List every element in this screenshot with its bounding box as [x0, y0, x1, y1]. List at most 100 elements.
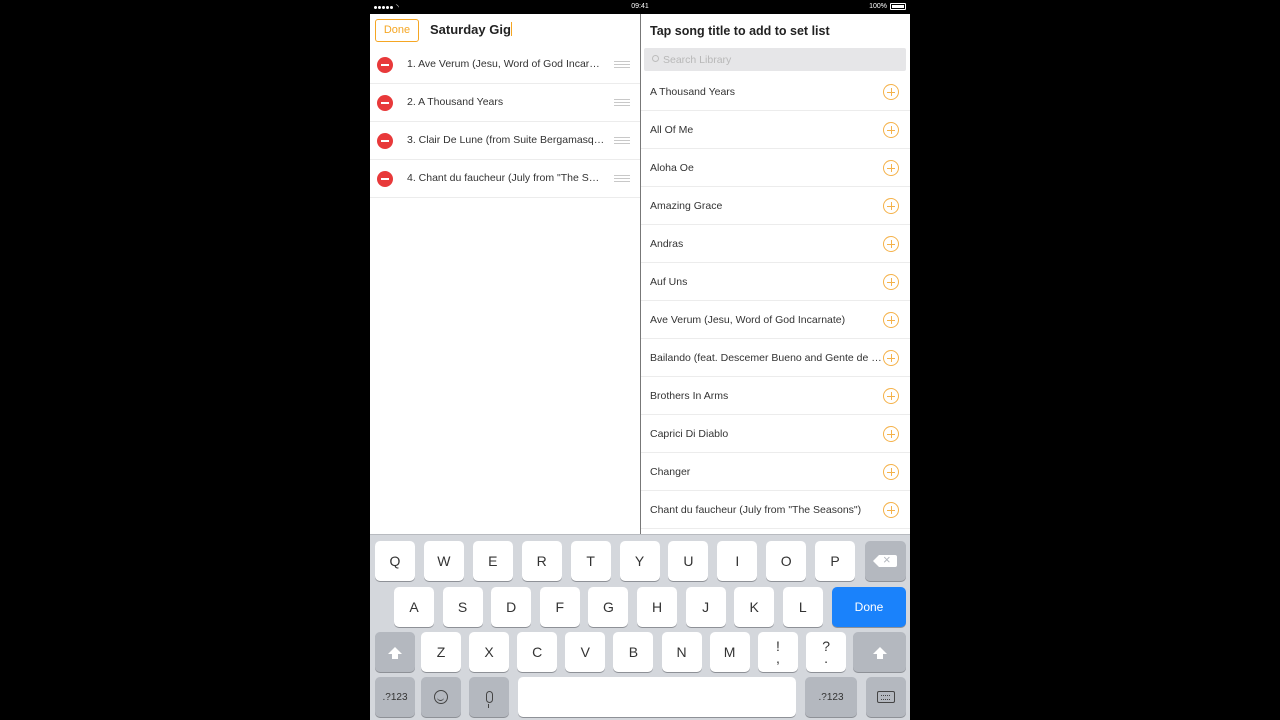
shift-key[interactable]	[375, 632, 415, 672]
key[interactable]: D	[491, 587, 532, 627]
setlist: 1. Ave Verum (Jesu, Word of God Incarnat…	[370, 46, 640, 198]
library-item[interactable]: Andras	[641, 225, 910, 263]
reorder-grip-icon[interactable]	[614, 99, 630, 106]
library-item-label: Brothers In Arms	[650, 390, 729, 402]
shift-key-right[interactable]	[853, 632, 906, 672]
key[interactable]: P	[815, 541, 856, 581]
library-title: Tap song title to add to set list	[650, 24, 830, 38]
setlist-item[interactable]: 2. A Thousand Years	[370, 84, 640, 122]
key[interactable]: L	[782, 587, 823, 627]
hide-keyboard-key[interactable]	[866, 677, 906, 717]
key[interactable]: F	[539, 587, 580, 627]
key[interactable]: X	[469, 632, 510, 672]
done-key[interactable]: Done	[832, 587, 906, 627]
library-item[interactable]: Caprici Di Diablo	[641, 415, 910, 453]
key[interactable]: J	[685, 587, 726, 627]
numbers-key[interactable]: .?123	[375, 677, 415, 717]
library-item[interactable]: Chant du faucheur (July from "The Season…	[641, 491, 910, 529]
keyboard: QWERTYUIOP ASDFGHJKLDone ZXCVBNM!,?. .?123.…	[370, 534, 910, 720]
key[interactable]: G	[588, 587, 629, 627]
add-circle-icon[interactable]	[883, 426, 899, 442]
add-circle-icon[interactable]	[883, 312, 899, 328]
setlist-item[interactable]: 1. Ave Verum (Jesu, Word of God Incarnat…	[370, 46, 640, 84]
add-circle-icon[interactable]	[883, 464, 899, 480]
key[interactable]: C	[517, 632, 558, 672]
library-item[interactable]: Ave Verum (Jesu, Word of God Incarnate)	[641, 301, 910, 339]
library-item-label: All Of Me	[650, 124, 694, 136]
library-item[interactable]: Amazing Grace	[641, 187, 910, 225]
remove-circle-icon[interactable]	[377, 133, 393, 149]
library-item[interactable]: Brothers In Arms	[641, 377, 910, 415]
remove-circle-icon[interactable]	[377, 57, 393, 73]
add-circle-icon[interactable]	[883, 122, 899, 138]
key[interactable]: E	[472, 541, 513, 581]
library-item-label: Chant du faucheur (July from "The Season…	[650, 504, 862, 516]
hide-keyboard-icon	[877, 691, 895, 703]
key[interactable]: O	[766, 541, 807, 581]
add-circle-icon[interactable]	[883, 198, 899, 214]
key[interactable]: S	[442, 587, 483, 627]
key[interactable]: R	[521, 541, 562, 581]
key[interactable]: W	[423, 541, 464, 581]
key[interactable]: Q	[375, 541, 415, 581]
library-item-label: Changer	[650, 466, 691, 478]
search-bar[interactable]	[644, 48, 906, 71]
search-input[interactable]	[663, 52, 893, 67]
punctuation-key[interactable]: ?.	[806, 632, 847, 672]
search-icon	[652, 55, 659, 62]
add-circle-icon[interactable]	[883, 388, 899, 404]
emoji-icon	[434, 690, 448, 704]
key[interactable]: A	[394, 587, 434, 627]
shift-icon	[388, 646, 402, 659]
add-circle-icon[interactable]	[883, 236, 899, 252]
add-circle-icon[interactable]	[883, 274, 899, 290]
add-circle-icon[interactable]	[883, 84, 899, 100]
punctuation-key[interactable]: !,	[758, 632, 798, 672]
key[interactable]: V	[565, 632, 606, 672]
key[interactable]: B	[613, 632, 654, 672]
add-circle-icon[interactable]	[883, 502, 899, 518]
remove-circle-icon[interactable]	[377, 95, 393, 111]
setlist-item-label: 2. A Thousand Years	[407, 96, 504, 108]
numbers-key-right[interactable]: .?123	[805, 677, 857, 717]
dictation-key[interactable]	[469, 677, 509, 717]
key[interactable]: K	[734, 587, 775, 627]
key[interactable]: M	[709, 632, 750, 672]
emoji-key[interactable]	[421, 677, 461, 717]
key[interactable]: N	[661, 632, 702, 672]
add-circle-icon[interactable]	[883, 350, 899, 366]
key[interactable]: I	[717, 541, 758, 581]
key[interactable]: T	[570, 541, 611, 581]
library-item[interactable]: Aloha Oe	[641, 149, 910, 187]
remove-circle-icon[interactable]	[377, 171, 393, 187]
library-pane: Tap song title to add to set list A Thou…	[641, 14, 910, 534]
setlist-title-text: Saturday Gig	[430, 22, 511, 37]
status-bar: ◝ 09:41 100%	[370, 0, 910, 14]
library-item[interactable]: Changer	[641, 453, 910, 491]
key[interactable]: U	[668, 541, 709, 581]
key[interactable]: H	[637, 587, 677, 627]
done-button[interactable]: Done	[375, 19, 419, 42]
space-key[interactable]	[518, 677, 796, 717]
reorder-grip-icon[interactable]	[614, 61, 630, 68]
delete-key[interactable]	[865, 541, 906, 581]
reorder-grip-icon[interactable]	[614, 175, 630, 182]
setlist-header: Done Saturday Gig	[370, 14, 640, 46]
setlist-item[interactable]: 4. Chant du faucheur (July from "The Sea…	[370, 160, 640, 198]
library-item[interactable]: All Of Me	[641, 111, 910, 149]
key[interactable]: Y	[619, 541, 660, 581]
text-cursor	[510, 22, 513, 36]
punct-bottom: .	[824, 650, 829, 666]
library-item[interactable]: A Thousand Years	[641, 73, 910, 111]
library-item-label: A Thousand Years	[650, 86, 736, 98]
setlist-item[interactable]: 3. Clair De Lune (from Suite Bergamasque…	[370, 122, 640, 160]
key[interactable]: Z	[421, 632, 461, 672]
microphone-icon	[485, 691, 493, 708]
reorder-grip-icon[interactable]	[614, 137, 630, 144]
library-item[interactable]: Auf Uns	[641, 263, 910, 301]
setlist-item-label: 4. Chant du faucheur (July from "The Sea…	[407, 172, 605, 184]
add-circle-icon[interactable]	[883, 160, 899, 176]
setlist-pane: Done Saturday Gig 1. Ave Verum (Jesu, Wo…	[370, 14, 640, 534]
library-item[interactable]: Bailando (feat. Descemer Bueno and Gente…	[641, 339, 910, 377]
setlist-title-field[interactable]: Saturday Gig	[430, 22, 513, 37]
